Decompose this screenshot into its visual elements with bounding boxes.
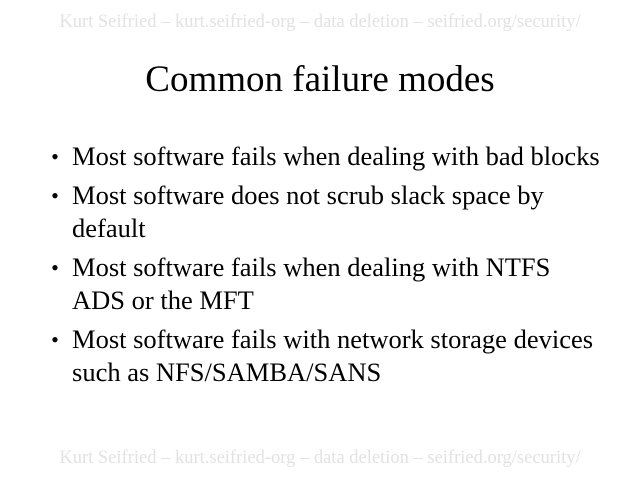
bullet-icon: • bbox=[51, 327, 59, 352]
bullet-icon: • bbox=[51, 144, 59, 169]
slide-header: Kurt Seifried – kurt.seifried-org – data… bbox=[59, 12, 581, 32]
bullet-item: • Most software does not scrub slack spa… bbox=[46, 179, 606, 245]
bullet-item: • Most software fails when dealing with … bbox=[46, 251, 606, 317]
slide-title: Common failure modes bbox=[145, 59, 495, 100]
bullet-list: • Most software fails when dealing with … bbox=[46, 140, 606, 395]
slide: Kurt Seifried – kurt.seifried-org – data… bbox=[0, 0, 640, 480]
slide-footer: Kurt Seifried – kurt.seifried-org – data… bbox=[59, 448, 581, 468]
bullet-text: Most software fails when dealing with ba… bbox=[72, 141, 600, 171]
bullet-icon: • bbox=[51, 255, 59, 280]
bullet-item: • Most software fails with network stora… bbox=[46, 323, 606, 389]
bullet-text: Most software fails when dealing with NT… bbox=[72, 252, 551, 315]
bullet-text: Most software fails with network storage… bbox=[72, 324, 594, 387]
bullet-item: • Most software fails when dealing with … bbox=[46, 140, 606, 173]
bullet-icon: • bbox=[51, 183, 59, 208]
bullet-text: Most software does not scrub slack space… bbox=[72, 180, 544, 243]
